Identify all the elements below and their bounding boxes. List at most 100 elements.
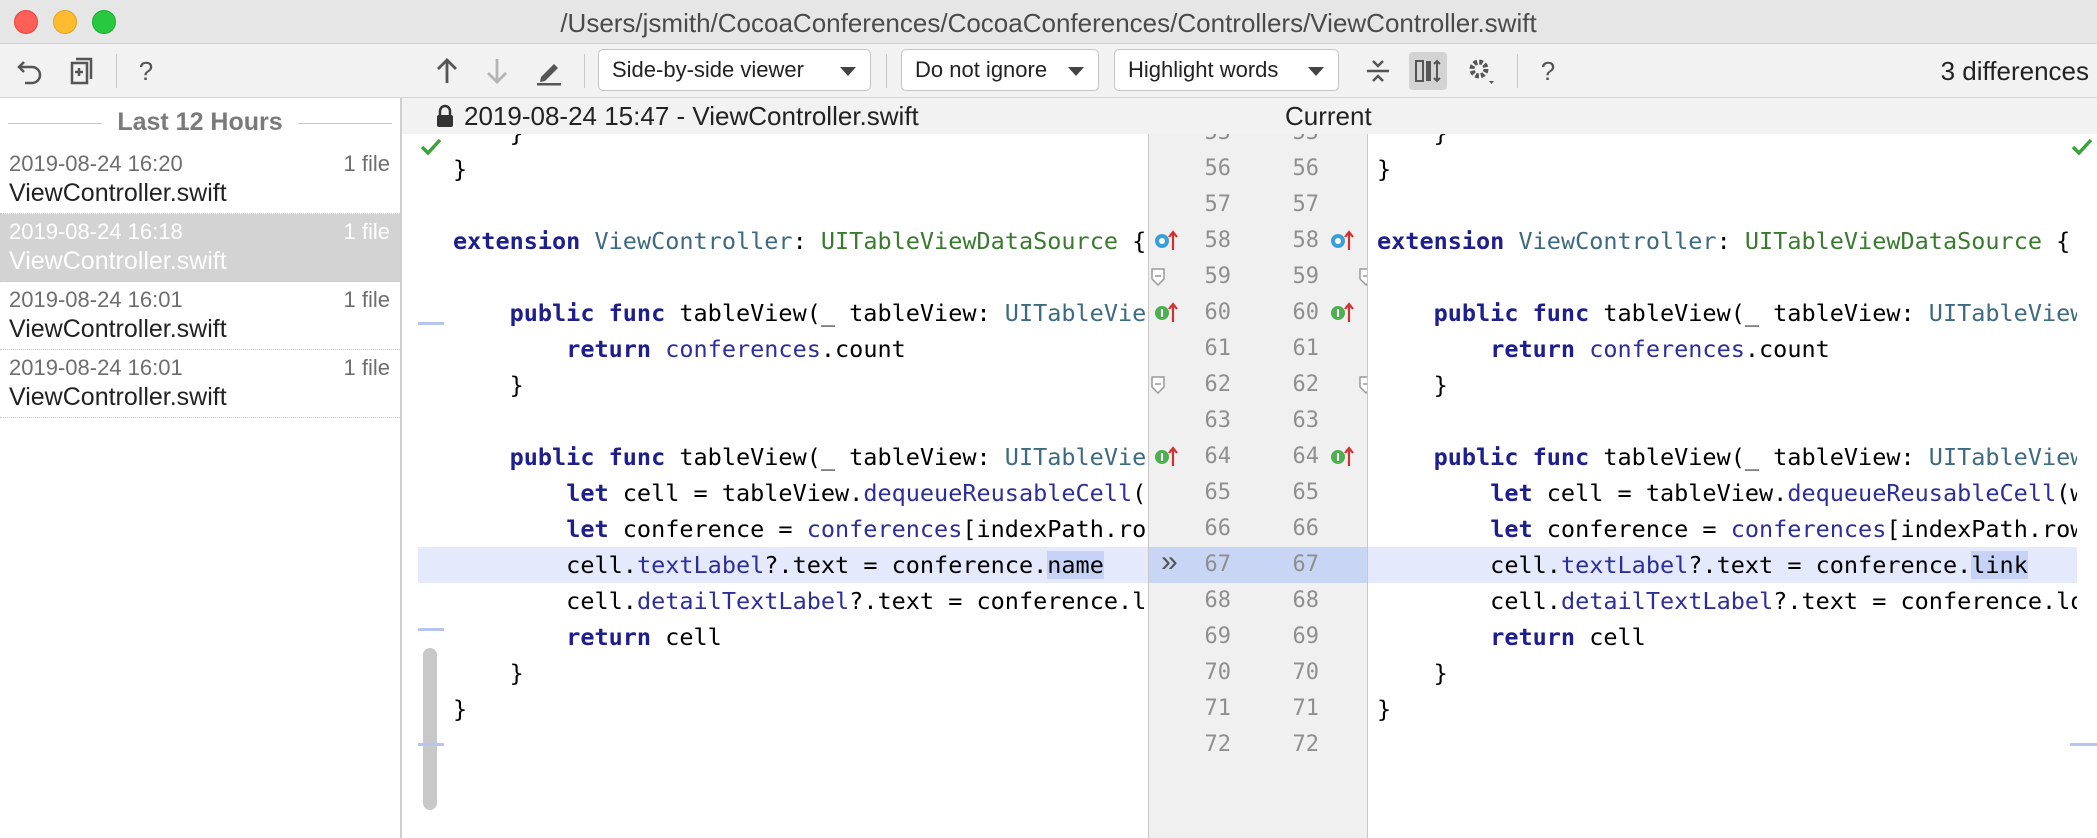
code-line: return conferences.count	[566, 335, 906, 363]
line-number: 67	[1204, 552, 1232, 577]
differences-count: 3 differences	[1940, 56, 2089, 86]
history-revision-item[interactable]: 2019-08-24 16:01 1 file ViewController.s…	[0, 350, 400, 418]
line-number: 69	[1292, 624, 1320, 649]
line-number: 61	[1204, 336, 1232, 361]
line-number: 61	[1292, 336, 1320, 361]
code-line: }	[453, 155, 468, 183]
line-number: 68	[1204, 588, 1232, 613]
line-number: 63	[1204, 408, 1232, 433]
sync-scroll-icon[interactable]	[1409, 52, 1447, 90]
code-line: extension ViewController: UITableViewDat…	[1377, 227, 2071, 255]
revert-icon[interactable]	[11, 52, 49, 90]
line-number: 59	[1204, 264, 1232, 289]
code-line: }	[453, 371, 524, 399]
extension-marker-icon	[1155, 230, 1178, 250]
code-line: }	[1377, 659, 1448, 687]
line-number: 63	[1292, 408, 1320, 433]
revision-file-name: ViewController.swift	[9, 383, 227, 411]
left-scrollbar-thumb[interactable]	[423, 648, 437, 810]
line-number: 60	[1204, 300, 1232, 325]
code-line: extension ViewController: UITableViewDat…	[453, 227, 1147, 255]
code-line: let conference = conferences[indexPath.r…	[566, 515, 1147, 543]
change-marker	[418, 743, 444, 746]
code-line: }	[418, 134, 1148, 151]
line-number: 56	[1292, 156, 1320, 181]
line-number: 70	[1204, 660, 1232, 685]
gear-icon[interactable]	[1462, 52, 1500, 90]
toolbar: ? Side-by-side viewer Do not ignore High…	[0, 44, 2097, 98]
line-number: 67	[1292, 552, 1320, 577]
right-editor-pane[interactable]: }} extension ViewController: UITableViewD…	[1368, 134, 2077, 838]
right-pane-title: Current	[1285, 101, 1372, 131]
window-title: /Users/jsmith/CocoaConferences/CocoaConf…	[560, 8, 1537, 38]
line-number: 65	[1204, 480, 1232, 505]
implements-marker-icon	[1331, 446, 1354, 466]
line-number: 72	[1204, 732, 1232, 757]
history-revision-item[interactable]: 2019-08-24 16:01 1 file ViewController.s…	[0, 282, 400, 350]
apply-change-icon[interactable]: »	[1161, 545, 1178, 579]
change-marker	[2070, 743, 2097, 746]
change-marker	[418, 322, 444, 325]
code-line: }	[1377, 695, 1392, 723]
history-panel: Last 12 Hours 2019-08-24 16:20 1 file Vi…	[0, 98, 402, 838]
implements-marker-icon	[1155, 446, 1178, 466]
implements-marker-icon	[1155, 302, 1178, 322]
code-line: public func tableView(_ tableView: UITab…	[509, 299, 1147, 327]
revision-file-count: 1 file	[343, 219, 390, 244]
edit-source-icon[interactable]	[530, 52, 568, 90]
revision-file-name: ViewController.swift	[9, 315, 227, 343]
history-revision-item-selected[interactable]: 2019-08-24 16:18 1 file ViewController.s…	[0, 214, 400, 282]
next-difference-icon[interactable]	[478, 52, 516, 90]
revision-file-count: 1 file	[343, 151, 390, 176]
lock-icon	[437, 104, 453, 127]
history-section-label: Last 12 Hours	[117, 108, 283, 136]
history-revision-item[interactable]: 2019-08-24 16:20 1 file ViewController.s…	[0, 146, 400, 214]
checkmark-icon	[420, 138, 442, 156]
code-line: public func tableView(_ tableView: UITab…	[509, 443, 1147, 471]
create-patch-icon[interactable]	[62, 52, 100, 90]
line-number: 64	[1204, 444, 1232, 469]
fold-icon	[1151, 268, 1165, 287]
revision-date: 2019-08-24 16:18	[9, 219, 183, 244]
code-line: cell.textLabel?.text = conference.name	[418, 547, 1148, 583]
revision-file-count: 1 file	[343, 355, 390, 380]
line-number: 69	[1204, 624, 1232, 649]
code-line: cell.detailTextLabel?.text = conference.…	[453, 587, 1147, 615]
help-icon[interactable]: ?	[1529, 52, 1567, 90]
history-section-header: Last 12 Hours	[0, 98, 400, 146]
code-line: return cell	[566, 623, 722, 651]
code-line: }	[1368, 134, 2077, 151]
chevron-down-icon	[1308, 67, 1324, 76]
help-icon[interactable]: ?	[127, 52, 165, 90]
line-number: 60	[1292, 300, 1320, 325]
line-number: 55	[1183, 134, 1232, 151]
viewer-mode-value: Side-by-side viewer	[612, 57, 804, 82]
collapse-unchanged-icon[interactable]	[1359, 52, 1397, 90]
revision-file-name: ViewController.swift	[9, 247, 227, 275]
line-number: 57	[1204, 192, 1232, 217]
code-line: let cell = tableView.dequeueReusableCell…	[566, 479, 1147, 507]
code-line: cell.detailTextLabel?.text = conference.…	[1377, 587, 2077, 615]
code-line: public func tableView(_ tableView: UITab…	[1433, 443, 2077, 471]
fold-icon	[1151, 376, 1165, 395]
diff-header: 2019-08-24 15:47 - ViewController.swift …	[402, 98, 2097, 134]
left-editor-pane[interactable]: }} extension ViewController: UITableViewD…	[418, 134, 1148, 838]
line-number: 71	[1292, 696, 1320, 721]
viewer-mode-select[interactable]: Side-by-side viewer	[598, 49, 871, 91]
code-line: public func tableView(_ tableView: UITab…	[1433, 299, 2077, 327]
line-number: 58	[1292, 228, 1320, 253]
code-line: cell.textLabel?.text = conference.link	[1368, 547, 2077, 583]
previous-difference-icon[interactable]	[428, 52, 466, 90]
line-number: 55	[1271, 134, 1320, 151]
ignore-mode-select[interactable]: Do not ignore	[901, 49, 1099, 91]
changed-line-highlight	[1149, 547, 1367, 583]
line-number: 59	[1292, 264, 1320, 289]
line-number: 71	[1204, 696, 1232, 721]
line-number: 70	[1292, 660, 1320, 685]
highlight-mode-select[interactable]: Highlight words	[1114, 49, 1339, 91]
chevron-down-icon	[840, 67, 856, 76]
